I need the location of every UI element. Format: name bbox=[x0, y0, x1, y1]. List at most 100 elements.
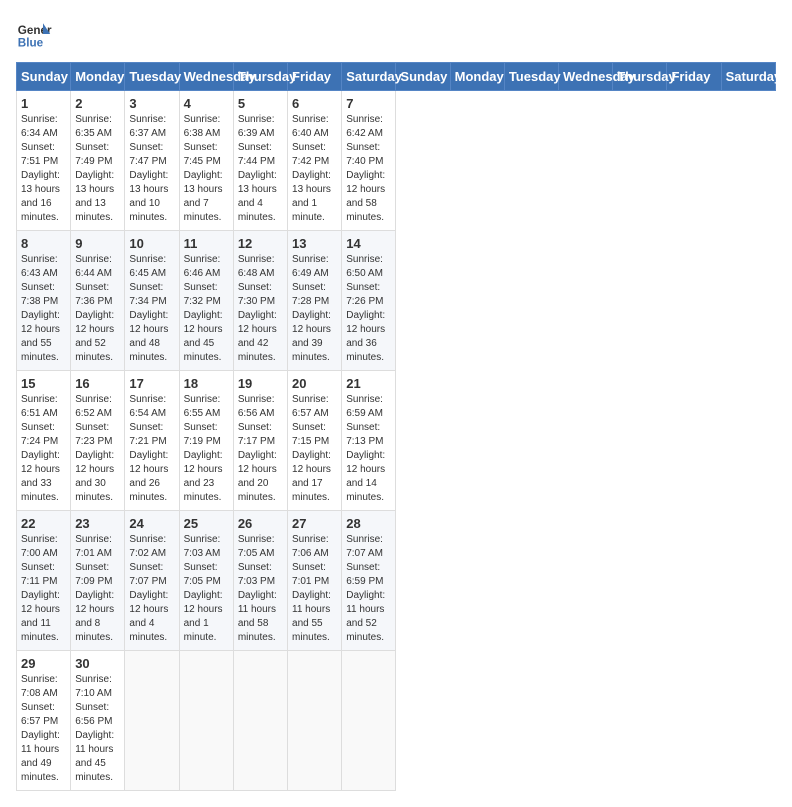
day-number: 22 bbox=[21, 516, 66, 531]
day-number: 23 bbox=[75, 516, 120, 531]
week-row-3: 15Sunrise: 6:51 AM Sunset: 7:24 PM Dayli… bbox=[17, 371, 776, 511]
day-number: 29 bbox=[21, 656, 66, 671]
day-cell-2: 2 Sunrise: 6:35 AM Sunset: 7:49 PM Daylig… bbox=[71, 91, 125, 231]
day-info: Sunrise: 6:48 AM Sunset: 7:30 PM Dayligh… bbox=[238, 253, 283, 365]
col-header-monday: Monday bbox=[71, 63, 125, 91]
day-info: Sunrise: 7:00 AM Sunset: 7:11 PM Dayligh… bbox=[21, 533, 66, 645]
empty-cell bbox=[342, 651, 396, 791]
day-cell-1: 1Sunrise: 6:34 AM Sunset: 7:51 PM Daylig… bbox=[17, 91, 71, 231]
day-number: 17 bbox=[129, 376, 174, 391]
day-cell-8: 8Sunrise: 6:43 AM Sunset: 7:38 PM Daylig… bbox=[17, 231, 71, 371]
day-info: Sunrise: 6:37 AM Sunset: 7:47 PM Dayligh… bbox=[129, 113, 174, 225]
day-info: Sunrise: 6:56 AM Sunset: 7:17 PM Dayligh… bbox=[238, 393, 283, 505]
day-info: Sunrise: 6:59 AM Sunset: 7:13 PM Dayligh… bbox=[346, 393, 391, 505]
day-info: Sunrise: 6:35 AM Sunset: 7:49 PM Dayligh… bbox=[75, 113, 120, 225]
col-header-sunday: Sunday bbox=[17, 63, 71, 91]
day-number: 19 bbox=[238, 376, 283, 391]
day-cell-20: 20 Sunrise: 6:57 AM Sunset: 7:15 PM Dayli… bbox=[288, 371, 342, 511]
day-number: 2 bbox=[75, 96, 120, 111]
col-header-saturday: Saturday bbox=[342, 63, 396, 91]
col-header-thursday: Thursday bbox=[613, 63, 667, 91]
col-header-wednesday: Wednesday bbox=[179, 63, 233, 91]
day-cell-24: 24 Sunrise: 7:02 AM Sunset: 7:07 PM Dayli… bbox=[125, 511, 179, 651]
week-row-4: 22 Sunrise: 7:00 AM Sunset: 7:11 PM Dayli… bbox=[17, 511, 776, 651]
day-number: 14 bbox=[346, 236, 391, 251]
day-number: 13 bbox=[292, 236, 337, 251]
day-cell-9: 9 Sunrise: 6:44 AM Sunset: 7:36 PM Daylig… bbox=[71, 231, 125, 371]
day-number: 21 bbox=[346, 376, 391, 391]
day-number: 4 bbox=[184, 96, 229, 111]
calendar-table: SundayMondayTuesdayWednesdayThursdayFrid… bbox=[16, 62, 776, 791]
day-number: 7 bbox=[346, 96, 391, 111]
page-header: General Blue bbox=[16, 16, 776, 52]
day-info: Sunrise: 7:02 AM Sunset: 7:07 PM Dayligh… bbox=[129, 533, 174, 645]
day-cell-12: 12 Sunrise: 6:48 AM Sunset: 7:30 PM Dayli… bbox=[233, 231, 287, 371]
day-number: 9 bbox=[75, 236, 120, 251]
week-row-5: 29 Sunrise: 7:08 AM Sunset: 6:57 PM Dayli… bbox=[17, 651, 776, 791]
day-cell-25: 25 Sunrise: 7:03 AM Sunset: 7:05 PM Dayli… bbox=[179, 511, 233, 651]
day-number: 10 bbox=[129, 236, 174, 251]
day-info: Sunrise: 6:49 AM Sunset: 7:28 PM Dayligh… bbox=[292, 253, 337, 365]
day-info: Sunrise: 7:01 AM Sunset: 7:09 PM Dayligh… bbox=[75, 533, 120, 645]
day-number: 5 bbox=[238, 96, 283, 111]
day-info: Sunrise: 7:08 AM Sunset: 6:57 PM Dayligh… bbox=[21, 673, 66, 785]
day-info: Sunrise: 6:42 AM Sunset: 7:40 PM Dayligh… bbox=[346, 113, 391, 225]
day-info: Sunrise: 6:55 AM Sunset: 7:19 PM Dayligh… bbox=[184, 393, 229, 505]
empty-cell bbox=[179, 651, 233, 791]
day-info: Sunrise: 6:46 AM Sunset: 7:32 PM Dayligh… bbox=[184, 253, 229, 365]
day-cell-21: 21 Sunrise: 6:59 AM Sunset: 7:13 PM Dayli… bbox=[342, 371, 396, 511]
day-number: 20 bbox=[292, 376, 337, 391]
day-number: 26 bbox=[238, 516, 283, 531]
day-number: 3 bbox=[129, 96, 174, 111]
day-info: Sunrise: 6:38 AM Sunset: 7:45 PM Dayligh… bbox=[184, 113, 229, 225]
day-cell-27: 27 Sunrise: 7:06 AM Sunset: 7:01 PM Dayli… bbox=[288, 511, 342, 651]
day-number: 8 bbox=[21, 236, 66, 251]
day-number: 15 bbox=[21, 376, 66, 391]
day-cell-6: 6Sunrise: 6:40 AM Sunset: 7:42 PM Daylig… bbox=[288, 91, 342, 231]
day-number: 12 bbox=[238, 236, 283, 251]
logo-icon: General Blue bbox=[16, 16, 52, 52]
day-cell-13: 13 Sunrise: 6:49 AM Sunset: 7:28 PM Dayli… bbox=[288, 231, 342, 371]
day-info: Sunrise: 6:54 AM Sunset: 7:21 PM Dayligh… bbox=[129, 393, 174, 505]
col-header-saturday: Saturday bbox=[721, 63, 775, 91]
day-number: 24 bbox=[129, 516, 174, 531]
day-cell-22: 22 Sunrise: 7:00 AM Sunset: 7:11 PM Dayli… bbox=[17, 511, 71, 651]
day-cell-11: 11Sunrise: 6:46 AM Sunset: 7:32 PM Dayli… bbox=[179, 231, 233, 371]
day-number: 16 bbox=[75, 376, 120, 391]
col-header-tuesday: Tuesday bbox=[125, 63, 179, 91]
day-cell-28: 28 Sunrise: 7:07 AM Sunset: 6:59 PM Dayli… bbox=[342, 511, 396, 651]
logo: General Blue bbox=[16, 16, 52, 52]
day-number: 1 bbox=[21, 96, 66, 111]
day-info: Sunrise: 6:44 AM Sunset: 7:36 PM Dayligh… bbox=[75, 253, 120, 365]
col-header-tuesday: Tuesday bbox=[504, 63, 558, 91]
col-header-thursday: Thursday bbox=[233, 63, 287, 91]
col-header-friday: Friday bbox=[667, 63, 721, 91]
day-number: 30 bbox=[75, 656, 120, 671]
day-cell-30: 30 Sunrise: 7:10 AM Sunset: 6:56 PM Dayli… bbox=[71, 651, 125, 791]
empty-cell bbox=[288, 651, 342, 791]
day-info: Sunrise: 6:39 AM Sunset: 7:44 PM Dayligh… bbox=[238, 113, 283, 225]
day-number: 27 bbox=[292, 516, 337, 531]
day-info: Sunrise: 7:10 AM Sunset: 6:56 PM Dayligh… bbox=[75, 673, 120, 785]
day-info: Sunrise: 7:03 AM Sunset: 7:05 PM Dayligh… bbox=[184, 533, 229, 645]
day-number: 28 bbox=[346, 516, 391, 531]
empty-cell bbox=[125, 651, 179, 791]
day-cell-19: 19 Sunrise: 6:56 AM Sunset: 7:17 PM Dayli… bbox=[233, 371, 287, 511]
day-number: 18 bbox=[184, 376, 229, 391]
day-cell-15: 15Sunrise: 6:51 AM Sunset: 7:24 PM Dayli… bbox=[17, 371, 71, 511]
day-info: Sunrise: 6:50 AM Sunset: 7:26 PM Dayligh… bbox=[346, 253, 391, 365]
day-info: Sunrise: 7:05 AM Sunset: 7:03 PM Dayligh… bbox=[238, 533, 283, 645]
col-header-sunday: Sunday bbox=[396, 63, 450, 91]
col-header-wednesday: Wednesday bbox=[559, 63, 613, 91]
day-cell-4: 4 Sunrise: 6:38 AM Sunset: 7:45 PM Daylig… bbox=[179, 91, 233, 231]
day-info: Sunrise: 6:57 AM Sunset: 7:15 PM Dayligh… bbox=[292, 393, 337, 505]
empty-cell bbox=[233, 651, 287, 791]
day-info: Sunrise: 7:07 AM Sunset: 6:59 PM Dayligh… bbox=[346, 533, 391, 645]
day-cell-29: 29 Sunrise: 7:08 AM Sunset: 6:57 PM Dayli… bbox=[17, 651, 71, 791]
day-number: 25 bbox=[184, 516, 229, 531]
week-row-2: 8Sunrise: 6:43 AM Sunset: 7:38 PM Daylig… bbox=[17, 231, 776, 371]
day-cell-16: 16Sunrise: 6:52 AM Sunset: 7:23 PM Dayli… bbox=[71, 371, 125, 511]
day-info: Sunrise: 7:06 AM Sunset: 7:01 PM Dayligh… bbox=[292, 533, 337, 645]
week-row-1: 1Sunrise: 6:34 AM Sunset: 7:51 PM Daylig… bbox=[17, 91, 776, 231]
day-cell-7: 7 Sunrise: 6:42 AM Sunset: 7:40 PM Daylig… bbox=[342, 91, 396, 231]
